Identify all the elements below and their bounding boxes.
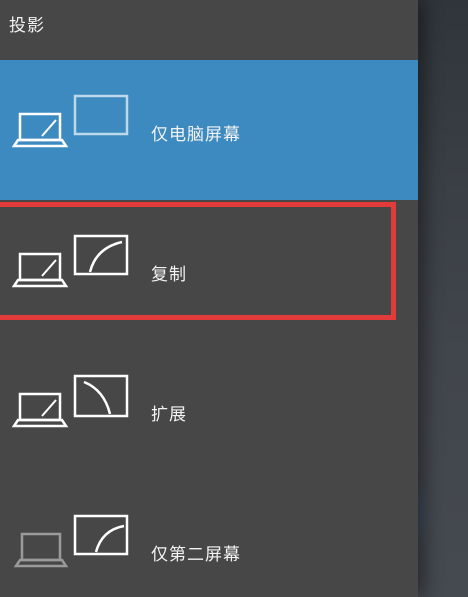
screen: 投影 仅电脑屏幕 复制 扩展 仅第二屏幕 [0, 0, 468, 597]
extend-icon [12, 370, 137, 440]
option-extend[interactable]: 扩展 [0, 340, 418, 480]
pc-screen-only-icon [12, 92, 137, 162]
duplicate-icon [12, 232, 137, 302]
option-label: 仅第二屏幕 [151, 545, 241, 565]
option-label: 复制 [151, 265, 187, 285]
project-panel: 投影 仅电脑屏幕 复制 扩展 仅第二屏幕 [0, 0, 418, 597]
option-label: 扩展 [151, 405, 187, 425]
option-pc-screen-only[interactable]: 仅电脑屏幕 [0, 60, 418, 200]
option-duplicate[interactable]: 复制 [0, 200, 418, 340]
panel-title: 投影 [9, 16, 45, 36]
option-label: 仅电脑屏幕 [151, 125, 241, 145]
option-second-screen-only[interactable]: 仅第二屏幕 [0, 480, 418, 597]
second-screen-only-icon [12, 512, 137, 582]
